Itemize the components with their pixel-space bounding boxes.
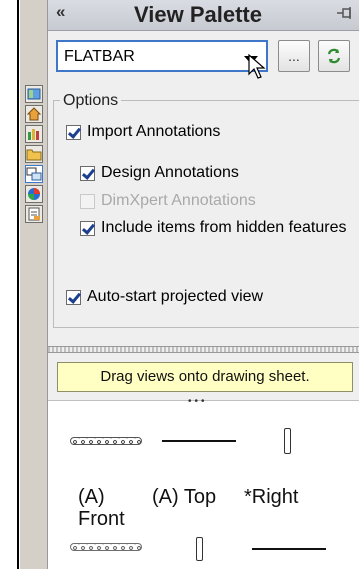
drag-hint: Drag views onto drawing sheet. <box>57 362 353 392</box>
document-select[interactable]: FLATBAR <box>56 40 268 72</box>
mouse-cursor-icon <box>248 54 266 79</box>
refresh-icon <box>327 48 341 64</box>
view-label-front: (A) Front <box>78 486 125 530</box>
task-pane-tabbar <box>20 0 48 569</box>
view-thumb-top[interactable] <box>162 440 236 442</box>
design-annotations-checkbox[interactable] <box>80 165 95 181</box>
view-thumb-extra-2[interactable] <box>196 537 203 561</box>
auto-start-checkbox[interactable] <box>66 289 81 305</box>
views-gallery: ••• (A) Front (A) Top *Right <box>48 396 359 570</box>
include-hidden-label: Include items from hidden features <box>101 219 347 236</box>
refresh-button[interactable] <box>318 40 350 72</box>
auto-start-option[interactable]: Auto-start projected view <box>66 286 263 308</box>
panel-title: View Palette <box>134 2 262 27</box>
panel-titlebar: « View Palette <box>48 0 359 31</box>
task-pane-icon[interactable] <box>25 85 43 103</box>
library-icon[interactable] <box>25 125 43 143</box>
panel-splitter[interactable] <box>48 346 359 353</box>
import-annotations-checkbox[interactable] <box>66 124 81 140</box>
collapse-icon[interactable]: « <box>56 2 65 22</box>
view-thumb-right[interactable] <box>284 428 291 454</box>
view-thumb-extra-1[interactable] <box>70 543 142 551</box>
import-annotations-label: Import Annotations <box>87 123 221 140</box>
import-annotations-option[interactable]: Import Annotations <box>66 121 220 143</box>
view-label-right: *Right <box>244 486 299 508</box>
view-label-front-text: (A) Front <box>78 486 125 530</box>
auto-start-label: Auto-start projected view <box>87 288 264 305</box>
view-palette-panel: « View Palette FLATBAR ... Options Impor… <box>48 0 359 570</box>
document-select-value: FLATBAR <box>64 48 135 65</box>
properties-icon[interactable] <box>25 205 43 223</box>
pin-icon[interactable] <box>335 3 353 23</box>
view-thumb-front[interactable] <box>70 437 142 445</box>
view-label-top: (A) Top <box>152 486 217 508</box>
home-icon[interactable] <box>25 105 43 123</box>
appearance-icon[interactable] <box>25 185 43 203</box>
browse-button[interactable]: ... <box>278 40 310 72</box>
view-thumb-extra-3[interactable] <box>252 548 326 550</box>
view-palette-icon[interactable] <box>25 165 43 183</box>
options-group-title: Options <box>60 92 122 110</box>
design-annotations-label: Design Annotations <box>101 164 239 181</box>
window-left-edge <box>0 0 19 569</box>
dimxpert-annotations-option: DimXpert Annotations <box>80 190 256 212</box>
design-annotations-option[interactable]: Design Annotations <box>80 162 239 184</box>
folder-icon[interactable] <box>25 145 43 163</box>
include-hidden-option[interactable]: Include items from hidden features <box>80 217 346 239</box>
dimxpert-annotations-checkbox <box>80 193 95 209</box>
dimxpert-annotations-label: DimXpert Annotations <box>101 192 256 209</box>
gallery-grip-icon[interactable]: ••• <box>188 396 208 407</box>
include-hidden-checkbox[interactable] <box>80 220 95 236</box>
